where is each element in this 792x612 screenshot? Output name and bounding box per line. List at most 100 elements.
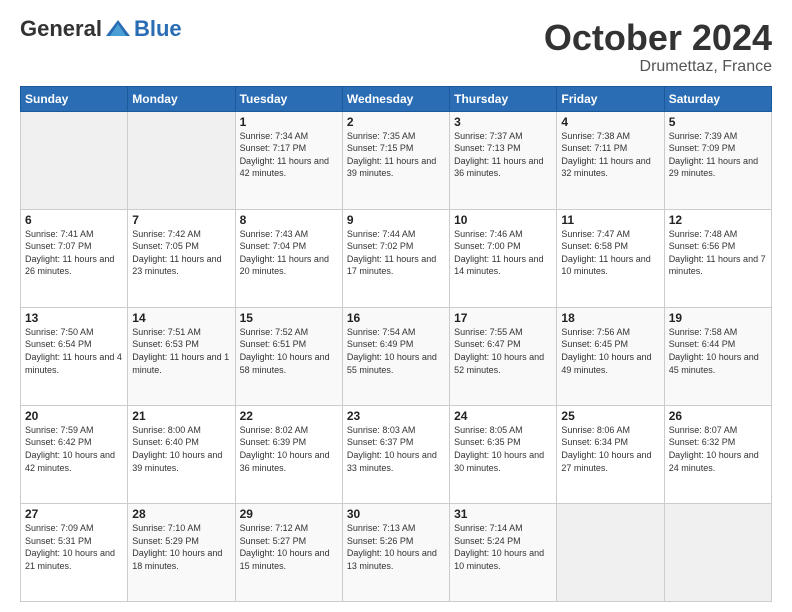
day-info: Sunrise: 7:34 AMSunset: 7:17 PMDaylight:…	[240, 130, 338, 180]
calendar-cell: 16Sunrise: 7:54 AMSunset: 6:49 PMDayligh…	[342, 307, 449, 405]
week-row-5: 27Sunrise: 7:09 AMSunset: 5:31 PMDayligh…	[21, 503, 772, 601]
day-number: 20	[25, 409, 123, 423]
calendar-cell: 28Sunrise: 7:10 AMSunset: 5:29 PMDayligh…	[128, 503, 235, 601]
day-number: 7	[132, 213, 230, 227]
day-info: Sunrise: 7:47 AMSunset: 6:58 PMDaylight:…	[561, 228, 659, 278]
day-number: 17	[454, 311, 552, 325]
day-number: 16	[347, 311, 445, 325]
weekday-header-row: SundayMondayTuesdayWednesdayThursdayFrid…	[21, 86, 772, 111]
location: Drumettaz, France	[544, 58, 772, 76]
day-info: Sunrise: 7:10 AMSunset: 5:29 PMDaylight:…	[132, 522, 230, 572]
day-info: Sunrise: 7:58 AMSunset: 6:44 PMDaylight:…	[669, 326, 767, 376]
calendar-cell: 7Sunrise: 7:42 AMSunset: 7:05 PMDaylight…	[128, 209, 235, 307]
calendar-cell: 25Sunrise: 8:06 AMSunset: 6:34 PMDayligh…	[557, 405, 664, 503]
calendar-cell	[557, 503, 664, 601]
weekday-header-wednesday: Wednesday	[342, 86, 449, 111]
day-info: Sunrise: 8:03 AMSunset: 6:37 PMDaylight:…	[347, 424, 445, 474]
day-number: 9	[347, 213, 445, 227]
calendar-cell: 6Sunrise: 7:41 AMSunset: 7:07 PMDaylight…	[21, 209, 128, 307]
day-info: Sunrise: 7:50 AMSunset: 6:54 PMDaylight:…	[25, 326, 123, 376]
day-info: Sunrise: 8:00 AMSunset: 6:40 PMDaylight:…	[132, 424, 230, 474]
day-number: 30	[347, 507, 445, 521]
day-number: 10	[454, 213, 552, 227]
day-info: Sunrise: 8:05 AMSunset: 6:35 PMDaylight:…	[454, 424, 552, 474]
day-info: Sunrise: 7:48 AMSunset: 6:56 PMDaylight:…	[669, 228, 767, 278]
day-number: 18	[561, 311, 659, 325]
calendar-cell: 29Sunrise: 7:12 AMSunset: 5:27 PMDayligh…	[235, 503, 342, 601]
day-number: 25	[561, 409, 659, 423]
day-info: Sunrise: 7:43 AMSunset: 7:04 PMDaylight:…	[240, 228, 338, 278]
day-info: Sunrise: 8:02 AMSunset: 6:39 PMDaylight:…	[240, 424, 338, 474]
day-number: 8	[240, 213, 338, 227]
day-info: Sunrise: 7:12 AMSunset: 5:27 PMDaylight:…	[240, 522, 338, 572]
day-info: Sunrise: 7:14 AMSunset: 5:24 PMDaylight:…	[454, 522, 552, 572]
calendar-cell: 22Sunrise: 8:02 AMSunset: 6:39 PMDayligh…	[235, 405, 342, 503]
calendar-cell	[21, 111, 128, 209]
logo-blue: Blue	[134, 18, 182, 40]
day-number: 3	[454, 115, 552, 129]
calendar-cell: 24Sunrise: 8:05 AMSunset: 6:35 PMDayligh…	[450, 405, 557, 503]
calendar-cell: 10Sunrise: 7:46 AMSunset: 7:00 PMDayligh…	[450, 209, 557, 307]
day-info: Sunrise: 7:51 AMSunset: 6:53 PMDaylight:…	[132, 326, 230, 376]
calendar-cell: 12Sunrise: 7:48 AMSunset: 6:56 PMDayligh…	[664, 209, 771, 307]
calendar-cell: 8Sunrise: 7:43 AMSunset: 7:04 PMDaylight…	[235, 209, 342, 307]
day-number: 24	[454, 409, 552, 423]
calendar-cell: 1Sunrise: 7:34 AMSunset: 7:17 PMDaylight…	[235, 111, 342, 209]
day-info: Sunrise: 8:06 AMSunset: 6:34 PMDaylight:…	[561, 424, 659, 474]
day-number: 27	[25, 507, 123, 521]
page: General Blue October 2024 Drumettaz, Fra…	[0, 0, 792, 612]
day-number: 28	[132, 507, 230, 521]
logo-general: General	[20, 18, 102, 40]
day-info: Sunrise: 7:44 AMSunset: 7:02 PMDaylight:…	[347, 228, 445, 278]
day-number: 19	[669, 311, 767, 325]
logo-icon	[104, 18, 132, 40]
day-info: Sunrise: 7:59 AMSunset: 6:42 PMDaylight:…	[25, 424, 123, 474]
day-number: 15	[240, 311, 338, 325]
week-row-4: 20Sunrise: 7:59 AMSunset: 6:42 PMDayligh…	[21, 405, 772, 503]
weekday-header-sunday: Sunday	[21, 86, 128, 111]
logo-text: General Blue	[20, 18, 182, 40]
weekday-header-saturday: Saturday	[664, 86, 771, 111]
calendar-cell: 4Sunrise: 7:38 AMSunset: 7:11 PMDaylight…	[557, 111, 664, 209]
week-row-1: 1Sunrise: 7:34 AMSunset: 7:17 PMDaylight…	[21, 111, 772, 209]
day-info: Sunrise: 7:37 AMSunset: 7:13 PMDaylight:…	[454, 130, 552, 180]
day-number: 31	[454, 507, 552, 521]
day-info: Sunrise: 7:39 AMSunset: 7:09 PMDaylight:…	[669, 130, 767, 180]
calendar: SundayMondayTuesdayWednesdayThursdayFrid…	[20, 86, 772, 602]
calendar-cell	[664, 503, 771, 601]
day-number: 29	[240, 507, 338, 521]
day-number: 6	[25, 213, 123, 227]
weekday-header-monday: Monday	[128, 86, 235, 111]
calendar-cell: 26Sunrise: 8:07 AMSunset: 6:32 PMDayligh…	[664, 405, 771, 503]
day-info: Sunrise: 7:35 AMSunset: 7:15 PMDaylight:…	[347, 130, 445, 180]
week-row-2: 6Sunrise: 7:41 AMSunset: 7:07 PMDaylight…	[21, 209, 772, 307]
month-title: October 2024	[544, 18, 772, 58]
weekday-header-friday: Friday	[557, 86, 664, 111]
calendar-cell: 23Sunrise: 8:03 AMSunset: 6:37 PMDayligh…	[342, 405, 449, 503]
day-info: Sunrise: 8:07 AMSunset: 6:32 PMDaylight:…	[669, 424, 767, 474]
day-info: Sunrise: 7:55 AMSunset: 6:47 PMDaylight:…	[454, 326, 552, 376]
day-number: 22	[240, 409, 338, 423]
calendar-cell: 18Sunrise: 7:56 AMSunset: 6:45 PMDayligh…	[557, 307, 664, 405]
day-number: 14	[132, 311, 230, 325]
calendar-cell: 14Sunrise: 7:51 AMSunset: 6:53 PMDayligh…	[128, 307, 235, 405]
title-block: October 2024 Drumettaz, France	[544, 18, 772, 76]
day-info: Sunrise: 7:09 AMSunset: 5:31 PMDaylight:…	[25, 522, 123, 572]
day-number: 1	[240, 115, 338, 129]
calendar-cell: 17Sunrise: 7:55 AMSunset: 6:47 PMDayligh…	[450, 307, 557, 405]
day-info: Sunrise: 7:52 AMSunset: 6:51 PMDaylight:…	[240, 326, 338, 376]
weekday-header-tuesday: Tuesday	[235, 86, 342, 111]
logo: General Blue	[20, 18, 182, 40]
day-number: 13	[25, 311, 123, 325]
weekday-header-thursday: Thursday	[450, 86, 557, 111]
calendar-cell: 13Sunrise: 7:50 AMSunset: 6:54 PMDayligh…	[21, 307, 128, 405]
day-info: Sunrise: 7:46 AMSunset: 7:00 PMDaylight:…	[454, 228, 552, 278]
calendar-cell	[128, 111, 235, 209]
calendar-cell: 15Sunrise: 7:52 AMSunset: 6:51 PMDayligh…	[235, 307, 342, 405]
calendar-cell: 20Sunrise: 7:59 AMSunset: 6:42 PMDayligh…	[21, 405, 128, 503]
calendar-cell: 5Sunrise: 7:39 AMSunset: 7:09 PMDaylight…	[664, 111, 771, 209]
calendar-cell: 27Sunrise: 7:09 AMSunset: 5:31 PMDayligh…	[21, 503, 128, 601]
day-number: 23	[347, 409, 445, 423]
day-info: Sunrise: 7:56 AMSunset: 6:45 PMDaylight:…	[561, 326, 659, 376]
day-number: 12	[669, 213, 767, 227]
